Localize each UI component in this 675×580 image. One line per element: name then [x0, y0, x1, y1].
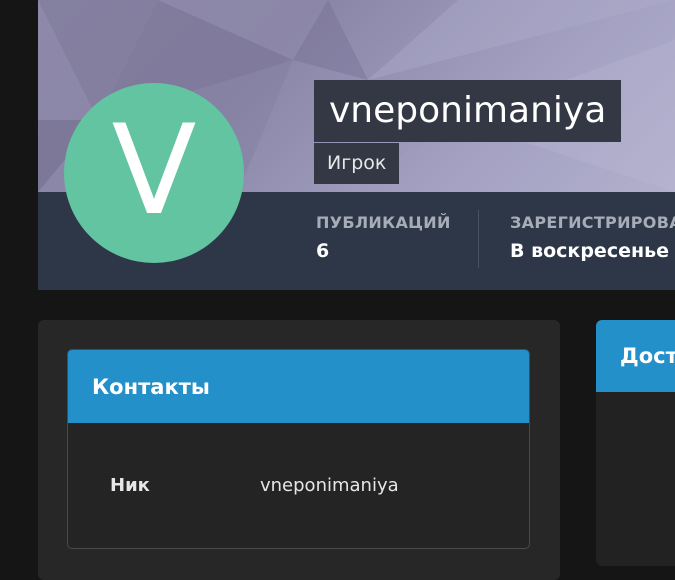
- stat-divider: [478, 210, 479, 268]
- avatar[interactable]: V: [64, 83, 244, 263]
- user-role-badge: Игрок: [314, 143, 400, 184]
- side-panel-header: Дост: [596, 320, 675, 392]
- avatar-letter: V: [111, 99, 197, 243]
- contacts-header: Контакты: [68, 350, 529, 423]
- side-panel: Дост: [596, 320, 675, 566]
- stat-posts-label: ПУБЛИКАЦИЙ: [316, 213, 451, 232]
- contacts-card: Контакты Ник vneponimaniya: [67, 349, 530, 549]
- contacts-title: Контакты: [92, 374, 210, 399]
- contact-value: vneponimaniya: [260, 475, 399, 496]
- side-panel-title: Дост: [620, 344, 675, 368]
- stat-posts-value[interactable]: 6: [316, 240, 329, 262]
- stat-registered-value: В воскресенье в: [510, 240, 675, 262]
- contact-key: Ник: [110, 475, 150, 496]
- stat-registered-label: ЗАРЕГИСТРИРОВА: [510, 213, 675, 232]
- username-title: vneponimaniya: [314, 80, 622, 142]
